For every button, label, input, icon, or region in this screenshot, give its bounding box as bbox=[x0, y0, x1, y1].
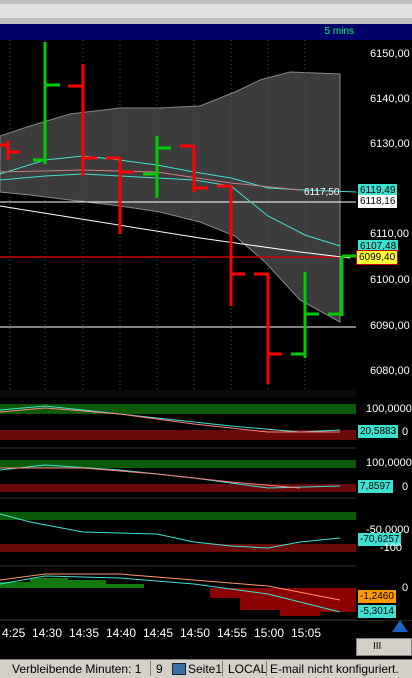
monitor-icon bbox=[172, 663, 186, 675]
time-tick: 14:45 bbox=[143, 626, 174, 640]
bollinger-band bbox=[0, 71, 341, 323]
panel1-value-tag: 20,5883 bbox=[358, 425, 399, 438]
panel3-zone-upper bbox=[0, 512, 356, 520]
panel4-value-tag-1: -1,2460 bbox=[358, 590, 396, 603]
panel3-bottom-label: -100 bbox=[380, 542, 403, 554]
panel1-bottom-label: 0 bbox=[402, 426, 409, 438]
time-tick: 14:30 bbox=[32, 626, 63, 640]
remaining-minutes: Verbleibende Minuten: 1 bbox=[12, 662, 142, 676]
timeframe-label: 5 mins bbox=[324, 26, 354, 37]
ohlc-bar bbox=[254, 272, 282, 384]
chart-title-bar: 5 mins bbox=[0, 24, 412, 40]
panel4-histogram bbox=[0, 578, 356, 616]
panel1-top-label: 100,0000 bbox=[366, 403, 412, 415]
panel4-zero-label: 0 bbox=[402, 582, 409, 594]
panel3-zone-lower bbox=[0, 544, 356, 552]
price-tick: 6130,00 bbox=[370, 138, 410, 150]
triangle-tool-icon[interactable] bbox=[392, 620, 408, 632]
panel2-bottom-label: 0 bbox=[402, 481, 409, 493]
panel2-zone-upper bbox=[0, 460, 356, 468]
price-tick: 6140,00 bbox=[370, 93, 410, 105]
time-tick: 14:40 bbox=[106, 626, 137, 640]
panel2-value-tag: 7,8597 bbox=[358, 480, 393, 493]
price-tick: 6100,00 bbox=[370, 274, 410, 286]
horizontal-scrollbar[interactable]: III bbox=[356, 638, 412, 656]
price-tick: 6150,00 bbox=[370, 48, 410, 60]
time-tick: 14:35 bbox=[69, 626, 100, 640]
email-status: E-mail nicht konfiguriert. bbox=[270, 662, 399, 676]
status-number: 9 bbox=[156, 662, 163, 676]
price-tick: 6090,00 bbox=[370, 320, 410, 332]
toolbar-strip bbox=[0, 0, 412, 25]
time-tick: 15:05 bbox=[291, 626, 322, 640]
connection-mode: LOCAL bbox=[228, 662, 268, 676]
status-bar: Verbleibende Minuten: 1 9 Seite1 LOCAL E… bbox=[0, 659, 412, 678]
panel2-top-label: 100,0000 bbox=[366, 457, 412, 469]
price-tick: 6110,00 bbox=[370, 228, 409, 240]
price-chart[interactable] bbox=[0, 40, 412, 640]
time-tick: 4:25 bbox=[2, 626, 26, 640]
panel2-zone-lower bbox=[0, 484, 356, 492]
scroll-thumb-icon[interactable]: III bbox=[373, 641, 381, 652]
price-tick: 6080,00 bbox=[370, 365, 410, 377]
band-mid-tag: 6118,16 bbox=[358, 195, 398, 208]
time-tick: 14:55 bbox=[217, 626, 248, 640]
time-tick: 15:00 bbox=[254, 626, 285, 640]
page-name[interactable]: Seite1 bbox=[188, 662, 222, 676]
panel4-value-tag-2: -5,3014 bbox=[358, 605, 396, 618]
last-price-tag: 6099,40 bbox=[356, 250, 399, 265]
time-tick: 14:50 bbox=[180, 626, 211, 640]
line-value-label: 6117,50 bbox=[304, 187, 340, 198]
